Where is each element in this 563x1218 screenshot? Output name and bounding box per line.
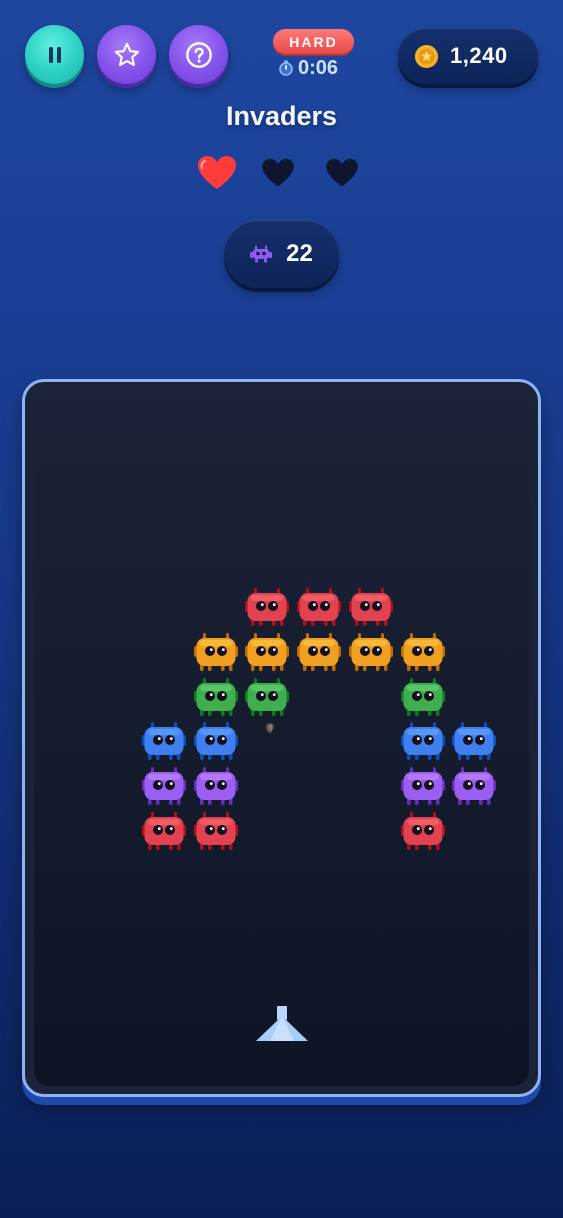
heart-empty-icon [262, 158, 294, 187]
invader-red [245, 588, 290, 626]
difficulty-badge: HARD [273, 29, 354, 54]
invader-purple [400, 767, 445, 806]
invader-red [193, 812, 238, 850]
question-icon [185, 41, 212, 68]
invader-purple [193, 767, 238, 806]
invader-orange [297, 632, 342, 671]
heart-full-icon [198, 156, 236, 189]
invader-orange [245, 632, 290, 671]
invader-counter: 22 [224, 220, 339, 288]
invader-purple [452, 767, 497, 806]
invader-purple [142, 767, 186, 806]
invader-red [142, 812, 186, 850]
coin-amount: 1,240 [450, 43, 508, 68]
invader-blue [142, 722, 186, 761]
coin-balance: 1,240 [398, 28, 538, 84]
pause-button[interactable] [25, 25, 84, 84]
favorite-button[interactable] [97, 25, 156, 84]
heart-empty-icon [326, 158, 358, 187]
invader-orange [193, 632, 238, 671]
invader-orange [400, 632, 445, 671]
invader-red [297, 588, 342, 626]
invader-green [400, 677, 445, 716]
invader-blue [452, 722, 497, 761]
coin-star-icon [414, 44, 439, 68]
enemy-bullet [266, 723, 274, 733]
timer: 0:06 [278, 56, 338, 80]
star-icon [114, 42, 139, 66]
invader-count: 22 [286, 240, 313, 267]
invader-green [245, 677, 290, 716]
timer-value: 0:06 [298, 56, 339, 79]
invader-blue [400, 722, 445, 761]
player-ship-icon[interactable] [254, 1006, 310, 1042]
invader-green [193, 677, 238, 716]
invader-red [348, 588, 393, 626]
alien-icon [250, 245, 273, 263]
help-button[interactable] [169, 25, 228, 84]
pause-icon [48, 46, 61, 63]
game-title: Invaders [225, 101, 338, 131]
invader-blue [193, 722, 238, 761]
invader-orange [348, 632, 393, 671]
invader-red [400, 812, 445, 850]
stopwatch-icon [279, 60, 293, 76]
